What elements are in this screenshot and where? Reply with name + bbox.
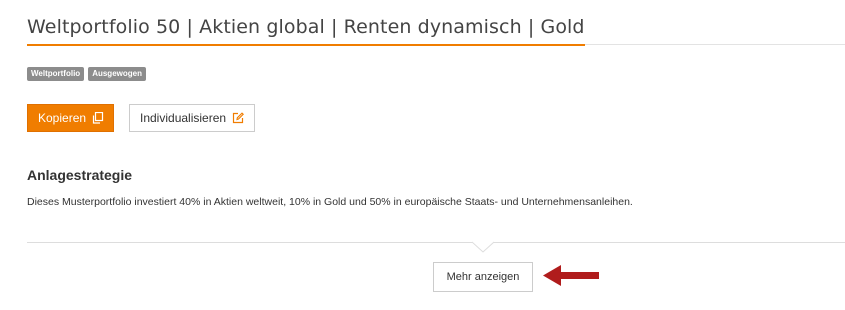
edit-icon [232, 112, 245, 124]
tag-ausgewogen: Ausgewogen [88, 67, 146, 81]
section-divider [27, 242, 845, 243]
strategy-heading: Anlagestrategie [27, 167, 133, 183]
page-title: Weltportfolio 50 | Aktien global | Rente… [27, 16, 585, 46]
customize-button-label: Individualisieren [140, 111, 227, 125]
customize-button[interactable]: Individualisieren [129, 104, 255, 132]
annotation-arrow-icon [543, 264, 601, 293]
copy-button[interactable]: Kopieren [27, 104, 114, 132]
show-more-label: Mehr anzeigen [446, 271, 520, 283]
copy-icon [92, 112, 104, 124]
strategy-description: Dieses Musterportfolio investiert 40% in… [27, 196, 633, 208]
page-header: Weltportfolio 50 | Aktien global | Rente… [27, 0, 845, 46]
show-more-button[interactable]: Mehr anzeigen [433, 262, 533, 292]
copy-button-label: Kopieren [38, 111, 87, 125]
tag-list: Weltportfolio Ausgewogen [27, 67, 146, 81]
tag-weltportfolio: Weltportfolio [27, 67, 85, 81]
